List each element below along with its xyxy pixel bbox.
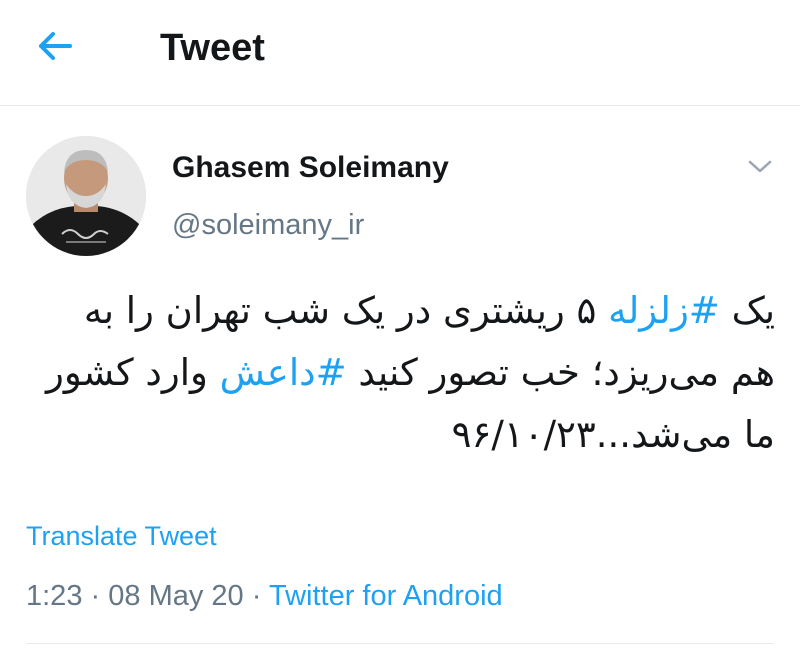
back-button[interactable] bbox=[30, 24, 80, 68]
meta-separator: · bbox=[251, 580, 262, 612]
tweet-detail-screen: Tweet Ghasem Soleimany @soleimany_ir یک … bbox=[0, 0, 800, 651]
hashtag-link[interactable]: #زلزله bbox=[608, 289, 720, 332]
tweet-text-segment: یک bbox=[719, 289, 775, 332]
divider bbox=[26, 643, 774, 644]
translate-tweet-link[interactable]: Translate Tweet bbox=[26, 520, 217, 552]
tweet-source-link[interactable]: Twitter for Android bbox=[269, 580, 503, 612]
avatar[interactable] bbox=[26, 136, 146, 256]
author-handle[interactable]: @soleimany_ir bbox=[172, 208, 364, 242]
tweet-time: 1:23 bbox=[26, 580, 83, 612]
author-display-name[interactable]: Ghasem Soleimany bbox=[172, 150, 449, 186]
arrow-left-icon bbox=[39, 32, 72, 60]
chevron-down-icon bbox=[748, 160, 772, 173]
tweet-metadata: 1:23 · 08 May 20 · Twitter for Android bbox=[26, 578, 503, 614]
page-title: Tweet bbox=[160, 27, 265, 69]
tweet-options-button[interactable] bbox=[740, 150, 780, 184]
profile-photo-icon bbox=[26, 136, 146, 256]
tweet-text: یک #زلزله ۵ ریشتری در یک شب تهران را به … bbox=[30, 280, 775, 466]
hashtag-link[interactable]: #داعش bbox=[220, 351, 347, 394]
tweet-date: 08 May 20 bbox=[108, 580, 244, 612]
meta-separator: · bbox=[90, 580, 101, 612]
top-app-bar: Tweet bbox=[0, 0, 800, 106]
